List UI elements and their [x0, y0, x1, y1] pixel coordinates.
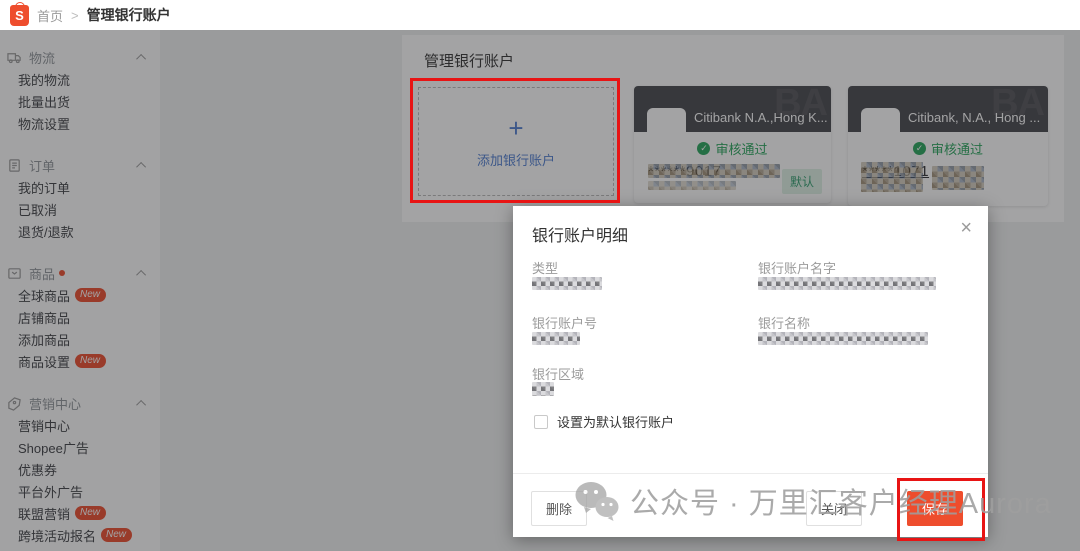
breadcrumb-separator-icon: >: [71, 8, 79, 23]
default-account-checkbox-row[interactable]: 设置为默认银行账户: [534, 412, 674, 431]
field-label-bank-name: 银行名称: [758, 313, 810, 332]
checkbox-icon[interactable]: [534, 415, 548, 429]
breadcrumb-current: 管理银行账户: [87, 5, 171, 25]
delete-button[interactable]: 删除: [531, 491, 587, 526]
bank-account-details-modal: 银行账户明细 × 类型 银行账户名字 银行账户号 银行名称 银行区域 设置为默认…: [513, 206, 988, 537]
topbar: S 首页 > 管理银行账户: [0, 0, 1080, 30]
redacted-value-account-name: [758, 277, 936, 290]
close-icon[interactable]: ×: [960, 218, 972, 238]
redacted-value-account-number: [532, 332, 580, 345]
save-button[interactable]: 保存: [907, 491, 963, 526]
modal-footer: 删除 关闭 保存: [513, 473, 988, 537]
redacted-value-type: [532, 277, 602, 290]
field-label-account-number: 银行账户号: [532, 313, 597, 332]
shopee-logo-icon[interactable]: S: [10, 5, 29, 26]
field-label-type: 类型: [532, 258, 558, 277]
modal-title: 银行账户明细: [532, 222, 628, 246]
redacted-value-bank-name: [758, 332, 928, 345]
checkbox-label: 设置为默认银行账户: [557, 412, 674, 431]
close-button[interactable]: 关闭: [806, 491, 862, 526]
page: S 首页 > 管理银行账户 物流 我的物流 批量出货 物流设置 订单: [0, 0, 1080, 551]
redacted-value-bank-region: [532, 382, 554, 396]
field-label-bank-region: 银行区域: [532, 364, 584, 383]
breadcrumb-home[interactable]: 首页: [37, 6, 63, 25]
field-label-account-name: 银行账户名字: [758, 258, 836, 277]
